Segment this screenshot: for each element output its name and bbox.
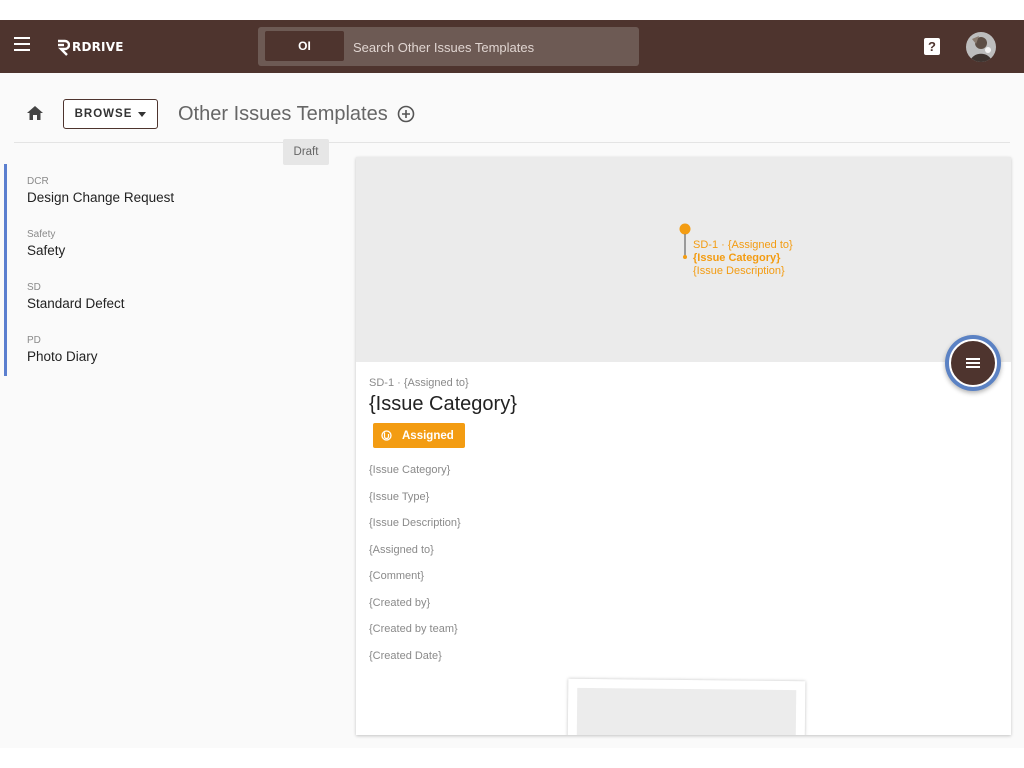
list-item[interactable]: SD Standard Defect bbox=[7, 270, 344, 323]
list-item[interactable]: DCR Design Change Request bbox=[7, 164, 344, 217]
logo-mark-icon bbox=[58, 39, 70, 56]
field-created-date: {Created Date} bbox=[369, 649, 442, 662]
browse-button-label: BROWSE bbox=[74, 108, 133, 120]
field-comment: {Comment} bbox=[369, 570, 425, 582]
header-divider bbox=[14, 142, 1010, 143]
actions-menu-button[interactable] bbox=[945, 335, 1001, 391]
template-name: Design Change Request bbox=[27, 190, 175, 205]
template-code: SD bbox=[27, 282, 41, 293]
logo-text: RDRIVE bbox=[72, 40, 124, 54]
field-issue-category: {Issue Category} bbox=[369, 464, 451, 476]
home-icon[interactable] bbox=[26, 105, 44, 126]
top-bar: RDRIVE OI ? bbox=[0, 20, 1024, 73]
list-item[interactable]: PD Photo Diary bbox=[7, 323, 344, 376]
field-created-by: {Created by} bbox=[369, 596, 431, 609]
pin-label-description: {Issue Description} bbox=[693, 265, 785, 277]
list-item[interactable]: Safety Safety bbox=[7, 217, 344, 270]
user-avatar[interactable] bbox=[966, 32, 996, 62]
issue-fields: {Issue Category} {Issue Type} {Issue Des… bbox=[369, 464, 461, 676]
page-title: Other Issues Templates bbox=[178, 103, 388, 125]
template-name: Photo Diary bbox=[27, 349, 98, 364]
pin-label-category: {Issue Category} bbox=[693, 252, 781, 264]
draft-badge: Draft bbox=[283, 139, 329, 165]
pin-label-line: SD-1 · {Assigned to} bbox=[693, 239, 793, 251]
status-label: Assigned bbox=[402, 429, 454, 442]
template-name: Safety bbox=[27, 243, 66, 258]
status-badge: Assigned bbox=[373, 423, 465, 448]
template-list: DCR Design Change Request Safety Safety … bbox=[4, 164, 344, 376]
map-pin-label: SD-1 · {Assigned to} {Issue Category} {I… bbox=[693, 239, 793, 278]
search-bar: OI bbox=[258, 27, 639, 66]
template-code: DCR bbox=[27, 176, 49, 187]
template-code: Safety bbox=[27, 229, 56, 240]
caret-down-icon bbox=[138, 111, 147, 117]
search-input[interactable] bbox=[353, 37, 623, 57]
field-issue-type: {Issue Type} bbox=[369, 490, 430, 503]
menu-icon bbox=[966, 356, 980, 370]
template-name: Standard Defect bbox=[27, 296, 125, 311]
field-issue-description: {Issue Description} bbox=[369, 517, 461, 529]
issue-preview-card: SD-1 · {Assigned to} {Issue Category} {I… bbox=[356, 157, 1011, 735]
app-window: RDRIVE OI ? BROWSE Other Issues Template… bbox=[0, 20, 1024, 748]
add-circle-icon[interactable] bbox=[397, 105, 415, 128]
template-code: PD bbox=[27, 335, 41, 346]
issue-subtitle: SD-1 · {Assigned to} bbox=[369, 377, 469, 389]
help-icon[interactable]: ? bbox=[924, 38, 940, 55]
issue-title: {Issue Category} bbox=[369, 393, 517, 415]
browse-button[interactable]: BROWSE bbox=[63, 99, 158, 129]
app-logo[interactable]: RDRIVE bbox=[56, 36, 124, 58]
search-scope-label[interactable]: OI bbox=[265, 31, 344, 61]
assigned-icon bbox=[381, 430, 392, 441]
map-preview: SD-1 · {Assigned to} {Issue Category} {I… bbox=[356, 157, 1011, 362]
field-created-by-team: {Created by team} bbox=[369, 623, 458, 635]
map-pin-icon[interactable] bbox=[679, 223, 693, 268]
hamburger-menu-icon[interactable] bbox=[14, 37, 30, 51]
photo-placeholder[interactable] bbox=[567, 678, 806, 735]
field-assigned-to: {Assigned to} bbox=[369, 543, 434, 556]
